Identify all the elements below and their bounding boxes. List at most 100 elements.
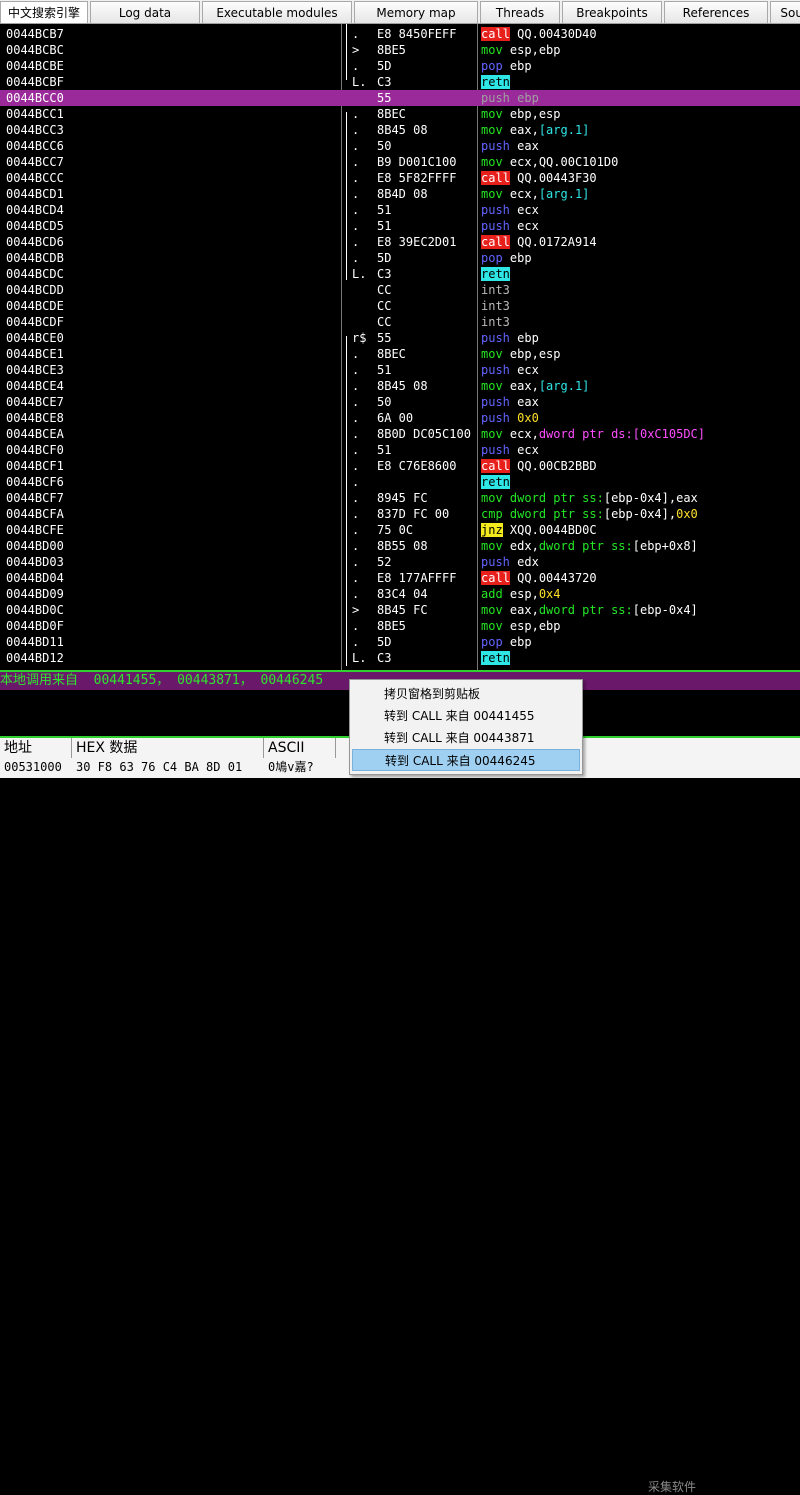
menu-goto-call-00446245[interactable]: 转到 CALL 来自 00446245	[352, 749, 580, 771]
instruction-address: 0044BCC1	[6, 107, 64, 121]
instruction-address: 0044BCC3	[6, 123, 64, 137]
instruction-row[interactable]: 0044BCB7. E8 8450FEFF call QQ.00430D40	[0, 26, 800, 42]
dump-header-hex[interactable]: HEX 数据	[72, 738, 264, 758]
instruction-row[interactable]: 0044BCE1. 8BEC mov ebp,esp	[0, 346, 800, 362]
operand: ebp,esp	[509, 107, 561, 121]
instruction-row[interactable]: 0044BCDC L. C3 retn	[0, 266, 800, 282]
operand: dword ptr ds:	[538, 427, 633, 441]
instruction-row[interactable]: 0044BD11. 5D pop ebp	[0, 634, 800, 650]
instruction-row[interactable]: 0044BCD4. 51 push ecx	[0, 202, 800, 218]
instruction-row[interactable]: 0044BCC6. 50 push eax	[0, 138, 800, 154]
tab-search-engine[interactable]: 中文搜索引擎	[0, 1, 88, 23]
tab-log-data[interactable]: Log data	[90, 1, 200, 23]
instruction-row[interactable]: 0044BD0C >8B45 FC mov eax,dword ptr ss:[eb…	[0, 602, 800, 618]
mnemonic: call	[481, 235, 510, 249]
instruction-row[interactable]: 0044BCE7. 50 push eax	[0, 394, 800, 410]
tab-source[interactable]: Source	[770, 1, 800, 23]
instruction-row[interactable]: 0044BCBC >8BE5 mov esp,ebp	[0, 42, 800, 58]
selected-instruction-row[interactable]: 0044BCC0 55 push ebp	[0, 90, 800, 106]
dump-header-ascii[interactable]: ASCII	[264, 738, 336, 758]
instruction-row[interactable]: 0044BD12 L. C3 retn	[0, 650, 800, 666]
mnemonic: pop	[481, 251, 503, 265]
instruction-row[interactable]: 0044BD09. 83C4 04 add esp,0x4	[0, 586, 800, 602]
instruction-row[interactable]: 0044BCDB. 5D pop ebp	[0, 250, 800, 266]
instruction-row[interactable]: 0044BCD5. 51 push ecx	[0, 218, 800, 234]
instruction-row[interactable]: 0044BCBF L. C3 retn	[0, 74, 800, 90]
instruction-row[interactable]: 0044BCF7. 8945 FC mov dword ptr ss:[ebp-0x…	[0, 490, 800, 506]
menu-copy-pane[interactable]: 拷贝窗格到剪贴板	[352, 683, 580, 705]
instruction-text: add esp,0x4	[481, 586, 561, 602]
instruction-text: mov eax,[arg.1]	[481, 122, 589, 138]
mnemonic: call	[481, 27, 510, 41]
instruction-row[interactable]: 0044BCF1. E8 C76E8600 call QQ.00CB2BBD	[0, 458, 800, 474]
instruction-row[interactable]: 0044BCF6. retn	[0, 474, 800, 490]
instruction-address: 0044BCFE	[6, 523, 64, 537]
instruction-row[interactable]: 0044BCE8. 6A 00 push 0x0	[0, 410, 800, 426]
instruction-row[interactable]: 0044BCFA. 837D FC 00 cmp dword ptr ss:[ebp…	[0, 506, 800, 522]
instruction-row[interactable]: 0044BCF0. 51 push ecx	[0, 442, 800, 458]
instruction-row[interactable]: 0044BD04. E8 177AFFFF call QQ.00443720	[0, 570, 800, 586]
instruction-address: 0044BCF1	[6, 459, 64, 473]
jump-marker: .	[352, 155, 360, 169]
instruction-text: mov dword ptr ss:[ebp-0x4],eax	[481, 490, 698, 506]
opcode-hex: 837D FC 00	[377, 507, 450, 521]
jump-marker: .	[352, 139, 360, 153]
instruction-address: 0044BCE1	[6, 347, 64, 361]
instruction-row[interactable]: 0044BCDE CC int3	[0, 298, 800, 314]
jump-marker: .	[352, 347, 360, 361]
tab-memory-map[interactable]: Memory map	[354, 1, 478, 23]
instruction-address: 0044BCD5	[6, 219, 64, 233]
dump-header-address[interactable]: 地址	[0, 738, 72, 758]
instruction-address: 0044BCC0	[6, 91, 64, 105]
instruction-row[interactable]: 0044BCFE. 75 0C jnz XQQ.0044BD0C	[0, 522, 800, 538]
instruction-row[interactable]: 0044BCCC. E8 5F82FFFF call QQ.00443F30	[0, 170, 800, 186]
instruction-row[interactable]: 0044BCC3. 8B45 08 mov eax,[arg.1]	[0, 122, 800, 138]
jump-marker: .	[352, 59, 360, 73]
jump-marker: L.	[352, 651, 367, 665]
instruction-address: 0044BCE7	[6, 395, 64, 409]
instruction-text: push ecx	[481, 202, 539, 218]
instruction-row[interactable]: 0044BCC1. 8BEC mov ebp,esp	[0, 106, 800, 122]
mnemonic: pop	[481, 59, 503, 73]
instruction-row[interactable]: 0044BCBE. 5D pop ebp	[0, 58, 800, 74]
instruction-address: 0044BCF7	[6, 491, 64, 505]
instruction-text: push ebp	[481, 90, 539, 106]
instruction-row[interactable]: 0044BCE4. 8B45 08 mov eax,[arg.1]	[0, 378, 800, 394]
instruction-row[interactable]: 0044BCC7. B9 D001C100 mov ecx,QQ.00C101D0	[0, 154, 800, 170]
instruction-text: push edx	[481, 554, 539, 570]
instruction-row[interactable]: 0044BCE3. 51 push ecx	[0, 362, 800, 378]
menu-goto-call-00443871[interactable]: 转到 CALL 来自 00443871	[352, 727, 580, 749]
opcode-hex: C3	[377, 651, 392, 665]
jump-marker: .	[352, 619, 360, 633]
tab-breakpoints[interactable]: Breakpoints	[562, 1, 662, 23]
opcode-hex: E8 39EC2D01	[377, 235, 457, 249]
instruction-row[interactable]: 0044BD03. 52 push edx	[0, 554, 800, 570]
tab-references[interactable]: References	[664, 1, 768, 23]
instruction-row[interactable]: 0044BCEA. 8B0D DC05C100 mov ecx,dword ptr …	[0, 426, 800, 442]
opcode-hex: 50	[377, 139, 392, 153]
instruction-row[interactable]: 0044BCD6. E8 39EC2D01 call QQ.0172A914	[0, 234, 800, 250]
disassembly-pane[interactable]: 0044BCB7. E8 8450FEFF call QQ.00430D40 0044…	[0, 24, 800, 670]
tab-threads[interactable]: Threads	[480, 1, 560, 23]
instruction-row[interactable]: 0044BCDF CC int3	[0, 314, 800, 330]
instruction-row[interactable]: 0044BCDD CC int3	[0, 282, 800, 298]
instruction-row[interactable]: 0044BD00. 8B55 08 mov edx,dword ptr ss:[eb…	[0, 538, 800, 554]
instruction-row[interactable]: 0044BCD1. 8B4D 08 mov ecx,[arg.1]	[0, 186, 800, 202]
instruction-text: call QQ.00443F30	[481, 170, 597, 186]
menu-goto-call-00441455[interactable]: 转到 CALL 来自 00441455	[352, 705, 580, 727]
mnemonic: pop	[481, 635, 503, 649]
jump-marker: .	[352, 571, 360, 585]
instruction-row[interactable]: 0044BD0F. 8BE5 mov esp,ebp	[0, 618, 800, 634]
instruction-row[interactable]: 0044BCE0 r$ 55 push ebp	[0, 330, 800, 346]
instruction-address: 0044BCF6	[6, 475, 64, 489]
operand: ecx	[517, 219, 539, 233]
opcode-hex: C3	[377, 267, 392, 281]
operand: ecx,	[509, 427, 539, 441]
tab-executable-modules[interactable]: Executable modules	[202, 1, 352, 23]
dump-address: 00531000	[4, 760, 62, 774]
operand: QQ.00CB2BBD	[517, 459, 597, 473]
jump-marker: .	[352, 235, 360, 249]
operand: eax,	[509, 123, 539, 137]
opcode-hex: 75 0C	[377, 523, 414, 537]
instruction-address: 0044BCF0	[6, 443, 64, 457]
